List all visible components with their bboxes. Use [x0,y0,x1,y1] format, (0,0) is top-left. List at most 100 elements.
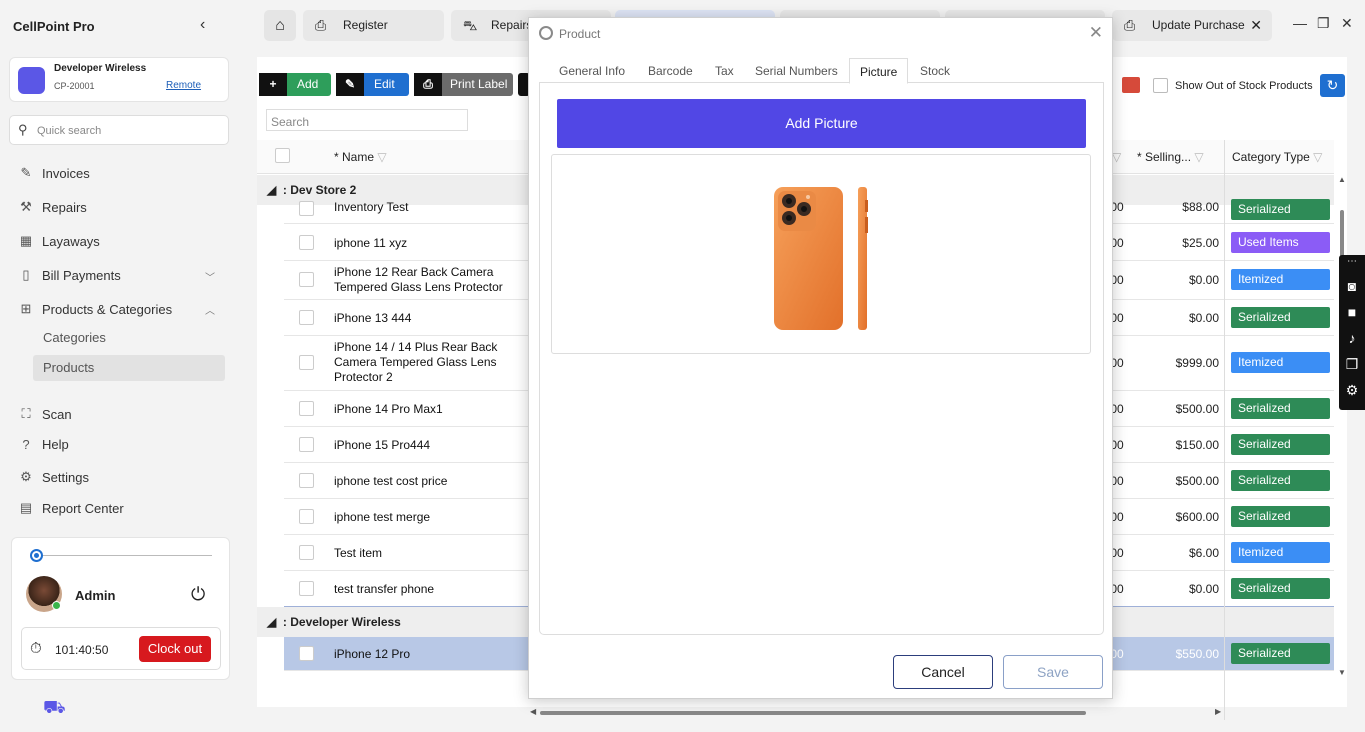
col-category-type-header[interactable]: Category Type ▽ [1232,140,1322,174]
video-icon[interactable]: ■ [1339,299,1365,325]
nav-settings[interactable]: ⚙ Settings [18,469,89,485]
collapse-group-icon[interactable]: ◢ [267,615,276,629]
chevron-down-icon[interactable]: ﹀ [205,269,215,284]
filter-icon[interactable]: ▽ [1313,150,1322,164]
horizontal-scrollbar[interactable]: ◀ ▶ [530,707,1223,719]
tab-stock[interactable]: Stock [910,58,960,84]
row-name: iPhone 12 Rear Back Camera Tempered Glas… [334,265,503,294]
window-close-icon[interactable]: ✕ [1341,15,1353,32]
printer-icon: ⎙ [414,73,442,96]
edit-button[interactable]: ✎ Edit [336,73,409,96]
nav-repairs[interactable]: ⚒ Repairs [18,199,87,215]
windows-icon[interactable]: ❐ [1339,351,1365,377]
nav-invoices[interactable]: ✎ Invoices [18,165,90,181]
add-button[interactable]: + Add [259,73,331,96]
truck-icon[interactable]: ⛟ [43,697,66,721]
col-name-header[interactable]: * Name ▽ [334,140,387,174]
tab-barcode[interactable]: Barcode [638,58,703,84]
refresh-button[interactable]: ↻ [1320,74,1345,97]
tab-tax[interactable]: Tax [705,58,744,84]
quick-search-input[interactable]: ⚲ Quick search [9,115,229,145]
store-card[interactable]: Developer Wireless CP-20001 Remote [9,57,229,102]
app-title: CellPoint Pro [13,19,95,34]
row-price: $6.00 [1188,546,1219,560]
col-selling-header[interactable]: * Selling... ▽ [1137,140,1204,174]
restore-icon[interactable]: ❐ [1317,15,1330,32]
nav-scan[interactable]: ⛶ Scan [18,406,71,422]
scroll-down-icon[interactable]: ▼ [1338,668,1346,677]
close-icon[interactable]: ✕ [1089,23,1103,43]
scroll-right-icon[interactable]: ▶ [1215,707,1221,716]
row-checkbox[interactable] [299,473,314,488]
floating-toolbar: ⋯ ◙ ■ ♪ ❐ ⚙ [1339,255,1365,410]
gear-icon[interactable]: ⚙ [1339,377,1365,403]
store-icon[interactable] [1122,77,1140,93]
collapse-sidebar-icon[interactable]: ‹ [200,16,205,34]
nav-categories[interactable]: Categories [33,325,225,351]
minimize-icon[interactable]: — [1293,15,1307,31]
timer-box: ⏱ 101:40:50 Clock out [21,627,221,670]
row-category-badge: Serialized [1231,506,1330,527]
remote-link[interactable]: Remote [166,80,201,91]
add-picture-button[interactable]: Add Picture [557,99,1086,148]
nav-layaways[interactable]: ▦ Layaways [18,233,100,249]
row-checkbox[interactable] [299,437,314,452]
product-dialog: Product ✕ General Info Barcode Tax Seria… [528,17,1113,699]
cancel-button[interactable]: Cancel [893,655,993,689]
row-checkbox[interactable] [299,310,314,325]
home-tab[interactable]: ⌂ [264,10,296,41]
row-price: $500.00 [1175,474,1219,488]
chevron-up-icon[interactable]: ︿ [205,302,215,317]
select-all-checkbox[interactable] [275,148,290,163]
nav-bill-payments[interactable]: ▯ Bill Payments [18,267,120,283]
collapse-group-icon[interactable]: ◢ [267,183,276,197]
row-checkbox[interactable] [299,545,314,560]
nav-report-center[interactable]: ▤ Report Center [18,500,124,516]
row-checkbox[interactable] [299,646,314,661]
nav-products[interactable]: Products [33,355,225,381]
horizontal-scroll-thumb[interactable] [540,711,1086,715]
row-checkbox[interactable] [299,355,314,370]
print-label-button[interactable]: ⎙ Print Label [414,73,513,96]
scroll-up-icon[interactable]: ▲ [1338,175,1346,184]
show-out-of-stock-label: Show Out of Stock Products [1175,80,1313,92]
nav-help[interactable]: ? Help [18,437,68,452]
microphone-icon[interactable]: ♪ [1339,325,1365,351]
row-checkbox[interactable] [299,201,314,216]
timer-value: 101:40:50 [55,643,109,657]
camera-icon[interactable]: ◙ [1339,273,1365,299]
row-checkbox[interactable] [299,235,314,250]
row-name: iPhone 14 / 14 Plus Rear Back Camera Tem… [334,340,498,384]
row-checkbox[interactable] [299,581,314,596]
row-checkbox[interactable] [299,272,314,287]
grid-search-input[interactable]: Search [266,109,468,131]
status-slider-track[interactable] [36,555,212,556]
status-slider-knob[interactable] [30,549,43,562]
vertical-scrollbar[interactable]: ▲ ▼ [1337,175,1347,680]
clock-out-button[interactable]: Clock out [139,636,211,662]
row-name: iphone test cost price [334,474,448,488]
tab-serial-numbers[interactable]: Serial Numbers [745,58,848,84]
row-name: iPhone 13 444 [334,311,412,325]
tab-general-info[interactable]: General Info [549,58,635,84]
tab-update-purchase[interactable]: ⎙ Update Purchase ✕ [1112,10,1272,41]
tab-picture[interactable]: Picture [849,58,909,84]
tab-register[interactable]: ⎙ Register [303,10,444,41]
show-out-of-stock-checkbox[interactable] [1153,78,1168,93]
tab-repairs-label: Repairs [491,18,533,32]
filter-icon[interactable]: ▽ [1194,150,1203,164]
power-icon[interactable]: ⏻ [191,584,205,605]
row-checkbox[interactable] [299,401,314,416]
save-button[interactable]: Save [1003,655,1103,689]
nav-products-categories[interactable]: ⊞ Products & Categories [18,301,173,317]
scroll-left-icon[interactable]: ◀ [530,707,536,716]
more-icon[interactable]: ⋯ [1339,255,1365,273]
filter-icon[interactable]: ▽ [1112,140,1121,174]
close-tab-icon[interactable]: ✕ [1250,10,1262,41]
nav-report-center-label: Report Center [42,500,124,516]
filter-icon[interactable]: ▽ [377,150,386,164]
car-icon: ⛍ [463,17,478,33]
store-name: Developer Wireless [54,63,147,74]
row-checkbox[interactable] [299,509,314,524]
row-name: iphone 11 xyz [334,236,408,250]
